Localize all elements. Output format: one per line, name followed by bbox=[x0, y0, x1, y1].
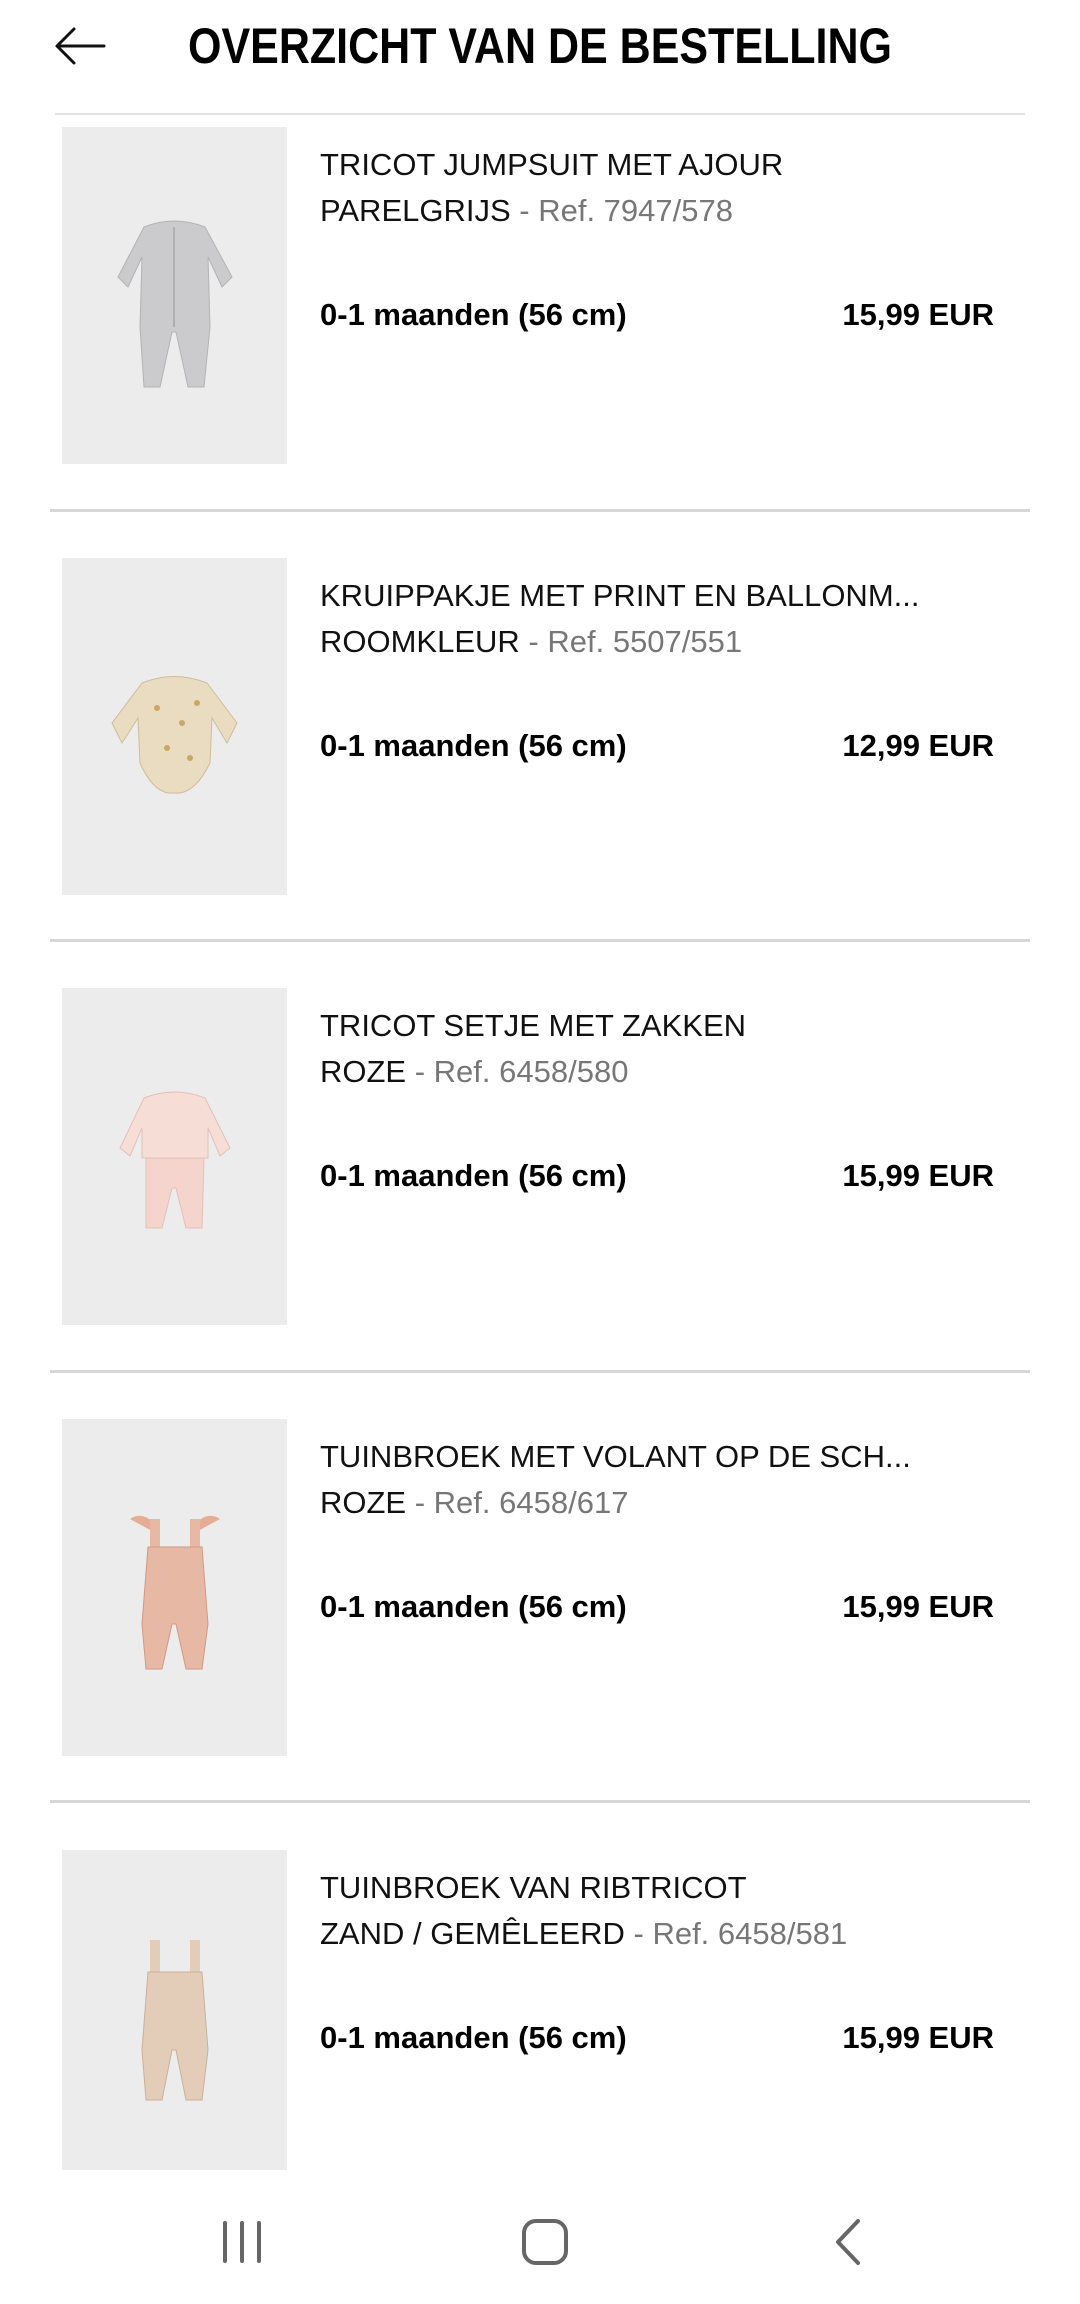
product-ref: - Ref. 5507/551 bbox=[519, 624, 743, 659]
header-divider bbox=[55, 113, 1025, 115]
product-ref: - Ref. 6458/580 bbox=[406, 1054, 629, 1089]
header: OVERZICHT VAN DE BESTELLING bbox=[0, 0, 1080, 112]
product-name: TUINBROEK VAN RIBTRICOT bbox=[320, 1870, 747, 1905]
product-color: PARELGRIJS bbox=[320, 193, 511, 228]
order-item[interactable]: TUINBROEK MET VOLANT OP DE SCH... ROZE -… bbox=[0, 1419, 1080, 1850]
page-title: OVERZICHT VAN DE BESTELLING bbox=[188, 18, 892, 74]
product-price: 15,99 EUR bbox=[842, 1158, 994, 1193]
product-price: 15,99 EUR bbox=[842, 297, 994, 332]
system-navigation-bar bbox=[0, 2172, 1080, 2304]
recent-apps-icon bbox=[223, 2221, 261, 2263]
product-size: 0-1 maanden (56 cm) bbox=[320, 728, 627, 763]
product-ref: - Ref. 6458/617 bbox=[406, 1485, 629, 1520]
product-size: 0-1 maanden (56 cm) bbox=[320, 1158, 627, 1193]
product-name: KRUIPPAKJE MET PRINT EN BALLONM... bbox=[320, 578, 920, 613]
item-divider bbox=[50, 1370, 1030, 1373]
product-meta: ROZE - Ref. 6458/617 bbox=[320, 1483, 1020, 1523]
product-size: 0-1 maanden (56 cm) bbox=[320, 1589, 627, 1624]
item-divider bbox=[50, 1800, 1030, 1803]
product-color: ROOMKLEUR bbox=[320, 624, 520, 659]
order-item[interactable]: TRICOT SETJE MET ZAKKEN ROZE - Ref. 6458… bbox=[0, 988, 1080, 1419]
product-price: 15,99 EUR bbox=[842, 1589, 994, 1624]
product-name: TRICOT SETJE MET ZAKKEN bbox=[320, 1008, 747, 1043]
product-name: TRICOT JUMPSUIT MET AJOUR bbox=[320, 147, 784, 182]
product-meta: PARELGRIJS - Ref. 7947/578 bbox=[320, 191, 1020, 231]
product-ref: - Ref. 7947/578 bbox=[510, 193, 733, 228]
product-meta: ZAND / GEMÊLEERD - Ref. 6458/581 bbox=[320, 1914, 1020, 1954]
home-icon bbox=[522, 2219, 568, 2265]
order-item[interactable]: TRICOT JUMPSUIT MET AJOUR PARELGRIJS - R… bbox=[0, 127, 1080, 558]
product-price: 12,99 EUR bbox=[842, 728, 994, 763]
order-item[interactable]: KRUIPPAKJE MET PRINT EN BALLONM... ROOMK… bbox=[0, 558, 1080, 989]
product-color: ROZE bbox=[320, 1485, 407, 1520]
product-color: ROZE bbox=[320, 1054, 407, 1089]
product-size: 0-1 maanden (56 cm) bbox=[320, 2020, 627, 2055]
recent-apps-button[interactable] bbox=[202, 2202, 282, 2282]
nav-back-button[interactable] bbox=[808, 2202, 888, 2282]
product-meta: ROZE - Ref. 6458/580 bbox=[320, 1052, 1020, 1092]
product-color: ZAND / GEMÊLEERD bbox=[320, 1916, 625, 1951]
nav-back-icon bbox=[836, 2219, 860, 2265]
item-divider bbox=[50, 509, 1030, 512]
product-image bbox=[62, 127, 287, 464]
product-price: 15,99 EUR bbox=[842, 2020, 994, 2055]
item-divider bbox=[50, 939, 1030, 942]
product-image bbox=[62, 1419, 287, 1756]
product-meta: ROOMKLEUR - Ref. 5507/551 bbox=[320, 622, 1020, 662]
home-button[interactable] bbox=[505, 2202, 585, 2282]
product-ref: - Ref. 6458/581 bbox=[624, 1916, 848, 1951]
product-image bbox=[62, 988, 287, 1325]
product-image bbox=[62, 558, 287, 895]
product-image bbox=[62, 1850, 287, 2170]
product-size: 0-1 maanden (56 cm) bbox=[320, 297, 627, 332]
product-name: TUINBROEK MET VOLANT OP DE SCH... bbox=[320, 1439, 911, 1474]
